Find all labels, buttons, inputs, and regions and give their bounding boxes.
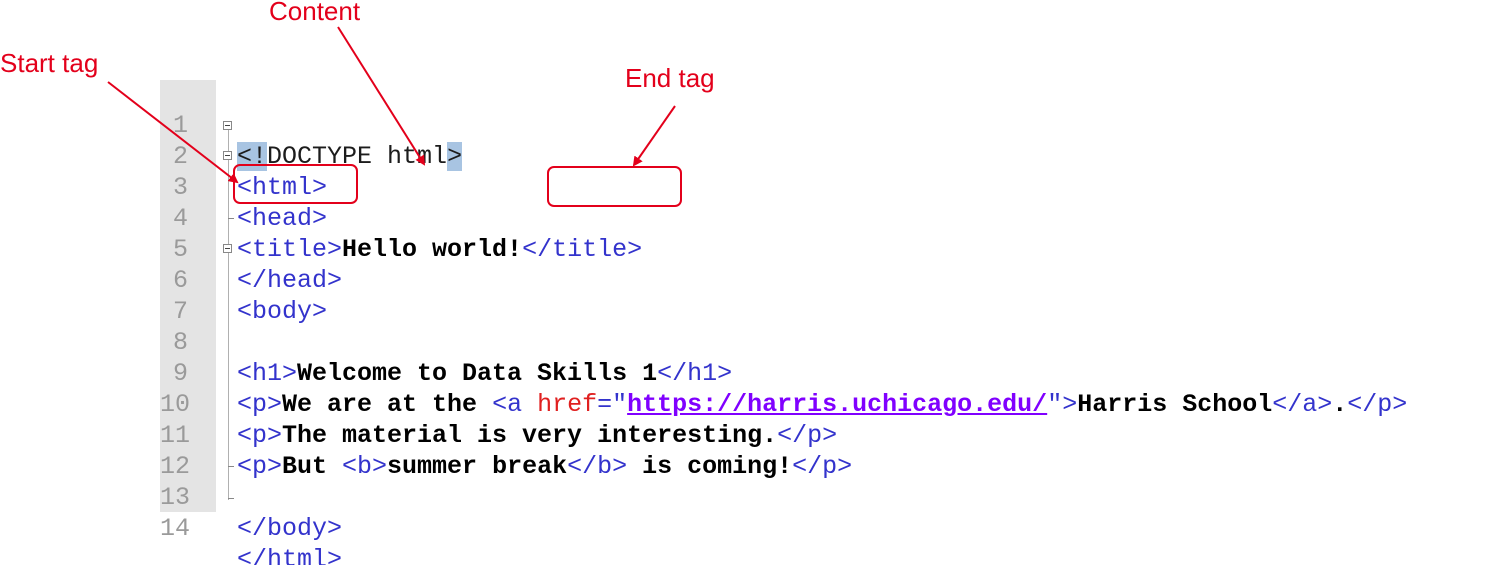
content-arrow <box>337 26 426 166</box>
end-tag-arrow <box>632 105 676 167</box>
annotation-arrows <box>107 26 676 184</box>
start-tag-arrow <box>107 81 239 184</box>
diagram: 1 <!DOCTYPE html> 2 <html> 3 <head> 4 <t… <box>0 0 1512 565</box>
